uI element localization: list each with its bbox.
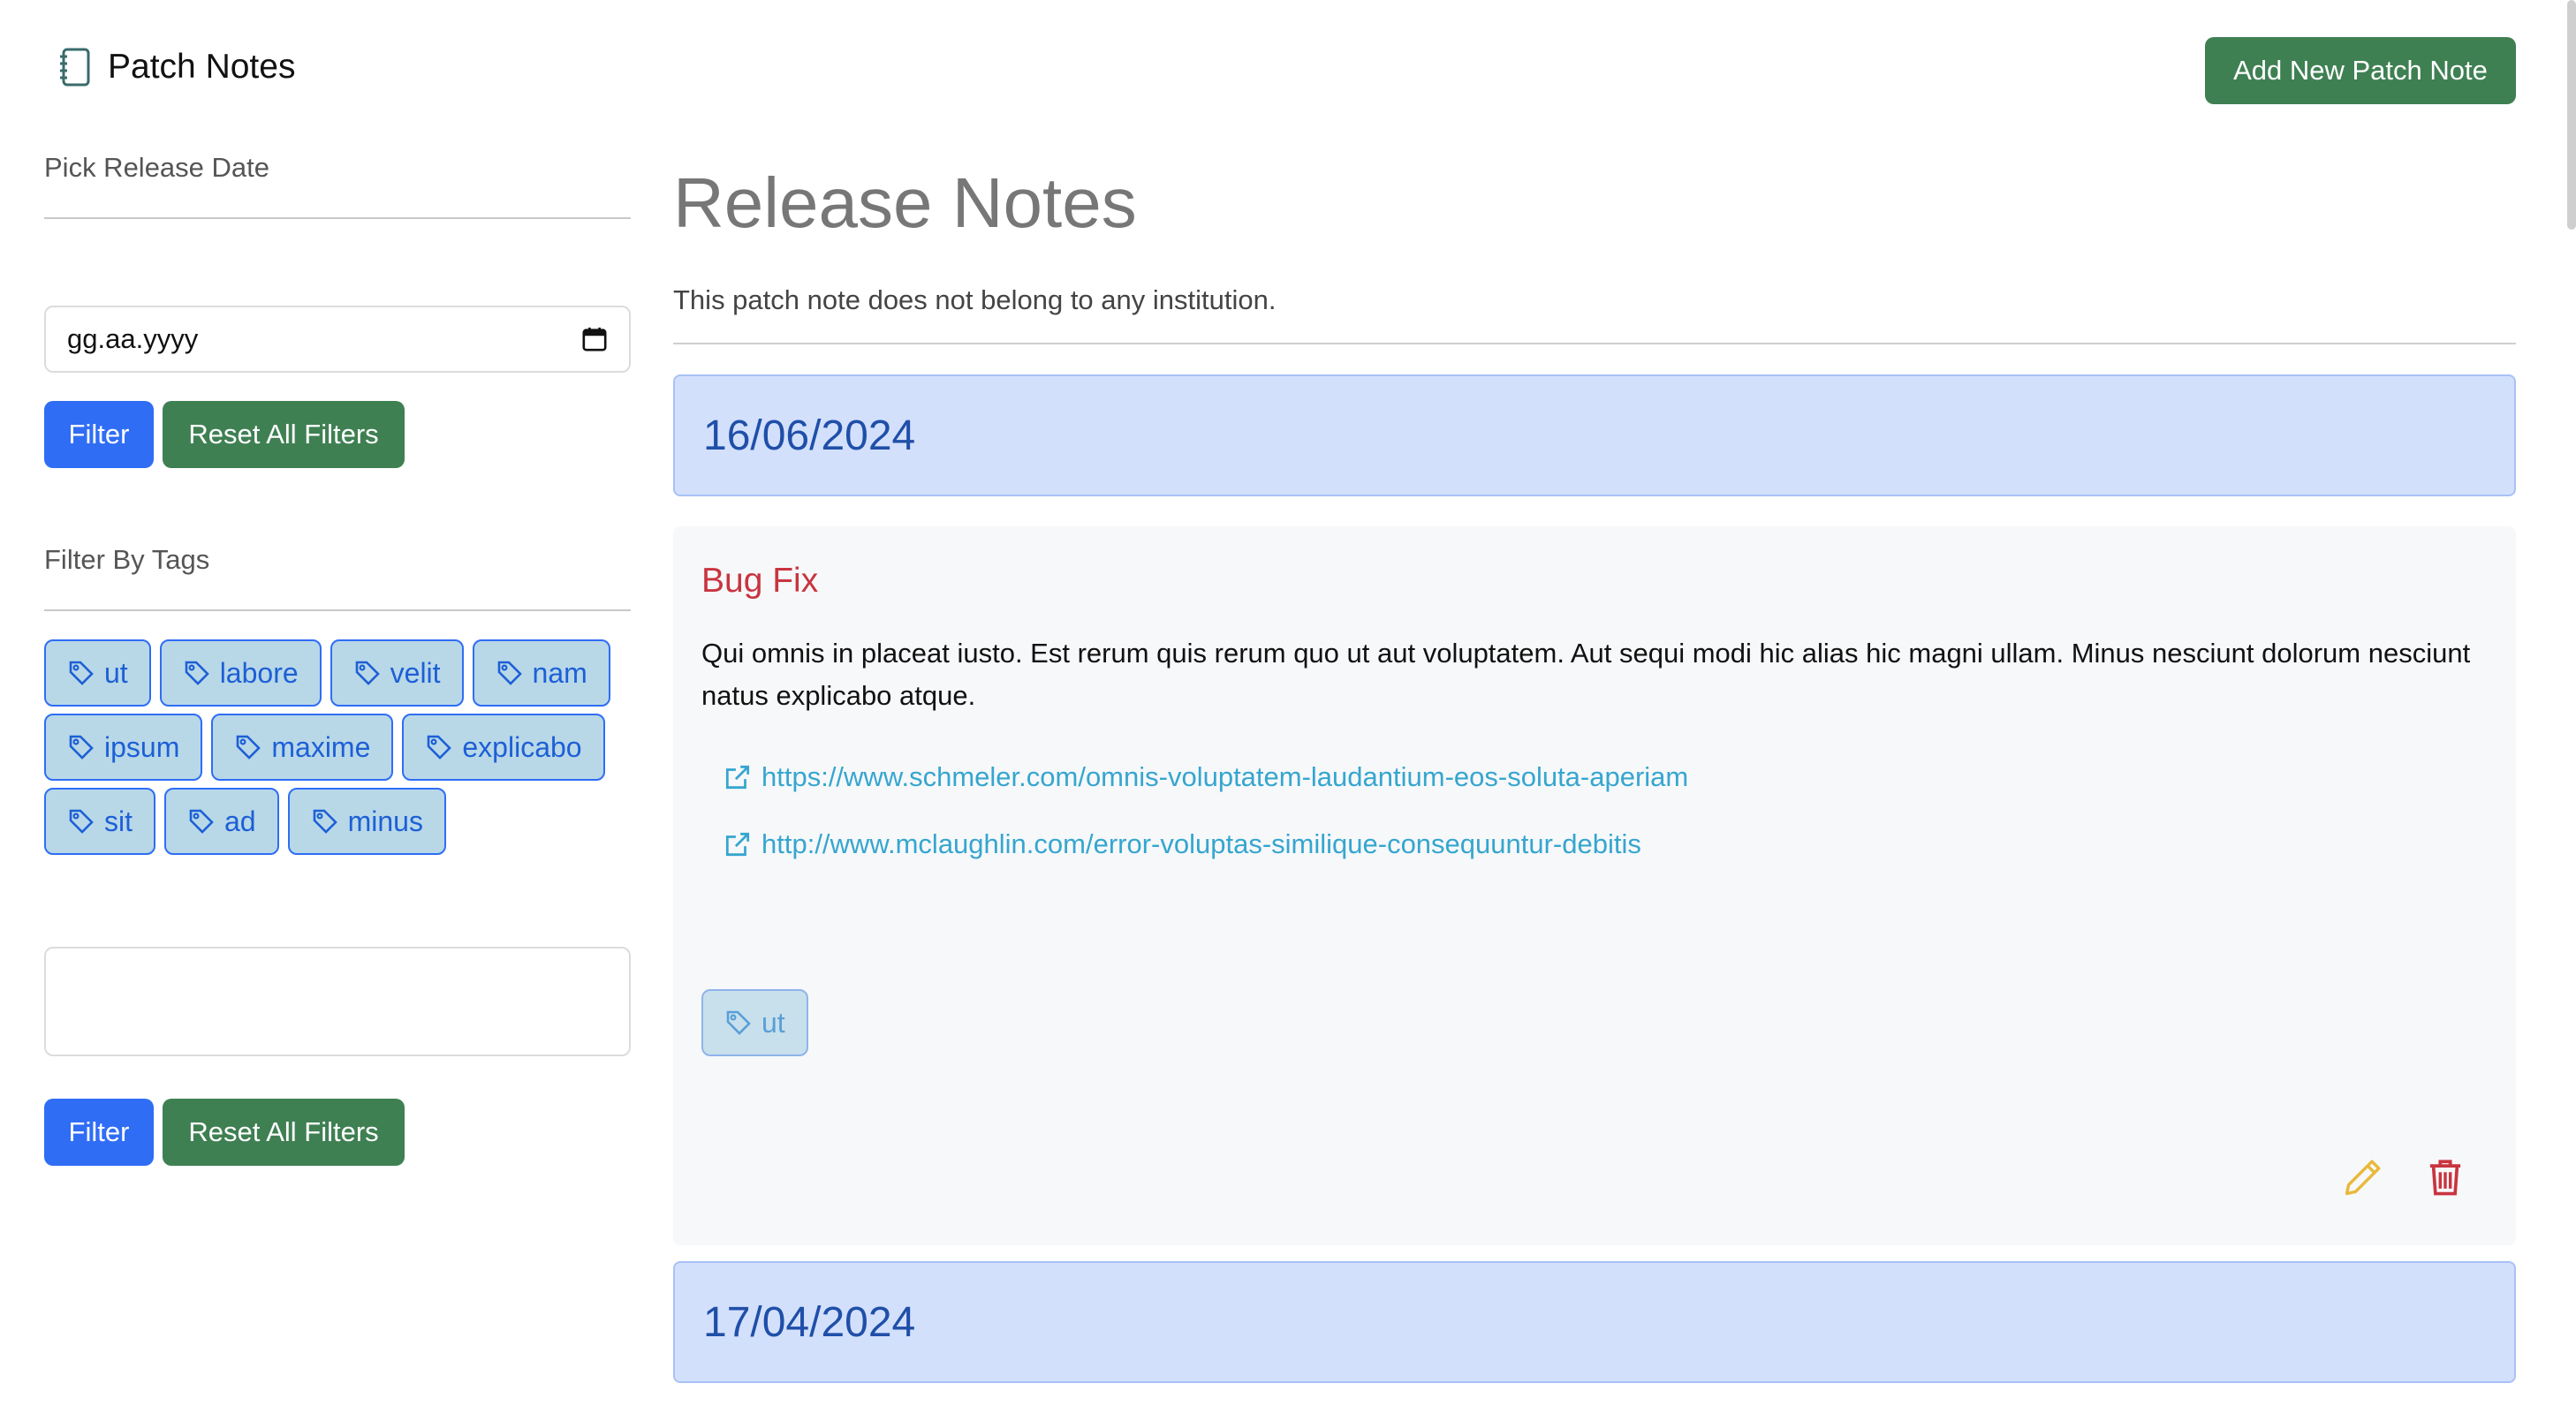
tag-label: ut bbox=[761, 1006, 785, 1039]
release-date: 16/06/2024 bbox=[703, 412, 916, 459]
divider bbox=[44, 217, 631, 219]
note-type: Bug Fix bbox=[701, 562, 819, 600]
tag-label: minus bbox=[347, 805, 423, 837]
reset-filters-button[interactable]: Reset All Filters bbox=[163, 1099, 405, 1166]
date-filter-actions: Filter Reset All Filters bbox=[44, 401, 405, 468]
tag-icon bbox=[237, 735, 261, 760]
tag-label: velit bbox=[390, 656, 441, 689]
link-url: https://www.schmeler.com/omnis-voluptate… bbox=[761, 761, 1689, 792]
tag-label: maxime bbox=[271, 730, 371, 763]
external-link-icon bbox=[725, 832, 750, 857]
date-filter-heading: Pick Release Date bbox=[44, 152, 270, 183]
release-date-input[interactable]: gg.aa.yyyy bbox=[44, 306, 631, 373]
external-link-icon bbox=[725, 765, 750, 790]
tag-icon bbox=[355, 661, 380, 685]
app-header: Patch Notes Add New Patch Note bbox=[0, 0, 2576, 132]
calendar-icon[interactable] bbox=[581, 326, 608, 352]
filter-button[interactable]: Filter bbox=[44, 401, 154, 468]
tag-label: ipsum bbox=[104, 730, 180, 763]
note-body: Qui omnis in placeat iusto. Est rerum qu… bbox=[701, 638, 2471, 711]
tag-icon bbox=[497, 661, 522, 685]
tag-label: sit bbox=[104, 805, 133, 837]
tag-filter-list: ut labore velit nam ipsum maxime explica… bbox=[44, 639, 631, 855]
tag-label: ad bbox=[224, 805, 256, 837]
app-title: Patch Notes bbox=[108, 48, 296, 86]
brand[interactable]: Patch Notes bbox=[57, 46, 295, 88]
release-date-header[interactable]: 17/04/2024 bbox=[673, 1261, 2516, 1383]
tag-filter-explicabo[interactable]: explicabo bbox=[402, 714, 605, 781]
tag-icon bbox=[313, 809, 337, 834]
tag-icon bbox=[428, 735, 452, 760]
tag-icon bbox=[189, 809, 214, 834]
tag-label: labore bbox=[219, 656, 299, 689]
tag-icon bbox=[69, 735, 94, 760]
tag-filter-velit[interactable]: velit bbox=[330, 639, 464, 707]
tag-filter-ut[interactable]: ut bbox=[44, 639, 151, 707]
tag-icon bbox=[726, 1010, 751, 1035]
tag-label: ut bbox=[104, 656, 128, 689]
tag-icon bbox=[69, 809, 94, 834]
tag-search-textarea[interactable] bbox=[44, 947, 631, 1056]
tag-label: nam bbox=[532, 656, 587, 689]
divider bbox=[44, 609, 631, 611]
pencil-icon[interactable] bbox=[2343, 1157, 2383, 1198]
tag-filter-maxime[interactable]: maxime bbox=[211, 714, 394, 781]
add-patch-note-button[interactable]: Add New Patch Note bbox=[2205, 37, 2516, 104]
tag-icon bbox=[69, 661, 94, 685]
tag-icon bbox=[185, 661, 209, 685]
note-link[interactable]: http://www.mclaughlin.com/error-voluptas… bbox=[723, 828, 1641, 860]
tag-filter-minus[interactable]: minus bbox=[287, 788, 446, 855]
tag-filter-ad[interactable]: ad bbox=[164, 788, 279, 855]
reset-filters-button[interactable]: Reset All Filters bbox=[163, 401, 405, 468]
patch-note-card: Bug Fix Qui omnis in placeat iusto. Est … bbox=[673, 526, 2516, 1245]
filter-button[interactable]: Filter bbox=[44, 1099, 154, 1166]
tag-label: explicabo bbox=[462, 730, 582, 763]
page-title: Release Notes bbox=[673, 163, 1137, 242]
trash-icon[interactable] bbox=[2428, 1157, 2463, 1198]
tags-filter-heading: Filter By Tags bbox=[44, 544, 210, 575]
note-link[interactable]: https://www.schmeler.com/omnis-voluptate… bbox=[723, 761, 1688, 793]
notebook-icon bbox=[60, 48, 90, 87]
tag-filter-labore[interactable]: labore bbox=[159, 639, 322, 707]
release-date: 17/04/2024 bbox=[703, 1298, 916, 1346]
tag-filter-sit[interactable]: sit bbox=[44, 788, 155, 855]
divider bbox=[673, 343, 2516, 344]
tag-filter-ipsum[interactable]: ipsum bbox=[44, 714, 203, 781]
note-tag[interactable]: ut bbox=[701, 989, 808, 1056]
scrollbar-thumb[interactable] bbox=[2567, 0, 2576, 230]
tag-filter-actions: Filter Reset All Filters bbox=[44, 1099, 405, 1166]
date-input-value: gg.aa.yyyy bbox=[67, 323, 199, 354]
tag-filter-nam[interactable]: nam bbox=[472, 639, 610, 707]
release-date-header[interactable]: 16/06/2024 bbox=[673, 374, 2516, 496]
institution-notice: This patch note does not belong to any i… bbox=[673, 284, 1277, 315]
link-url: http://www.mclaughlin.com/error-voluptas… bbox=[761, 828, 1641, 859]
